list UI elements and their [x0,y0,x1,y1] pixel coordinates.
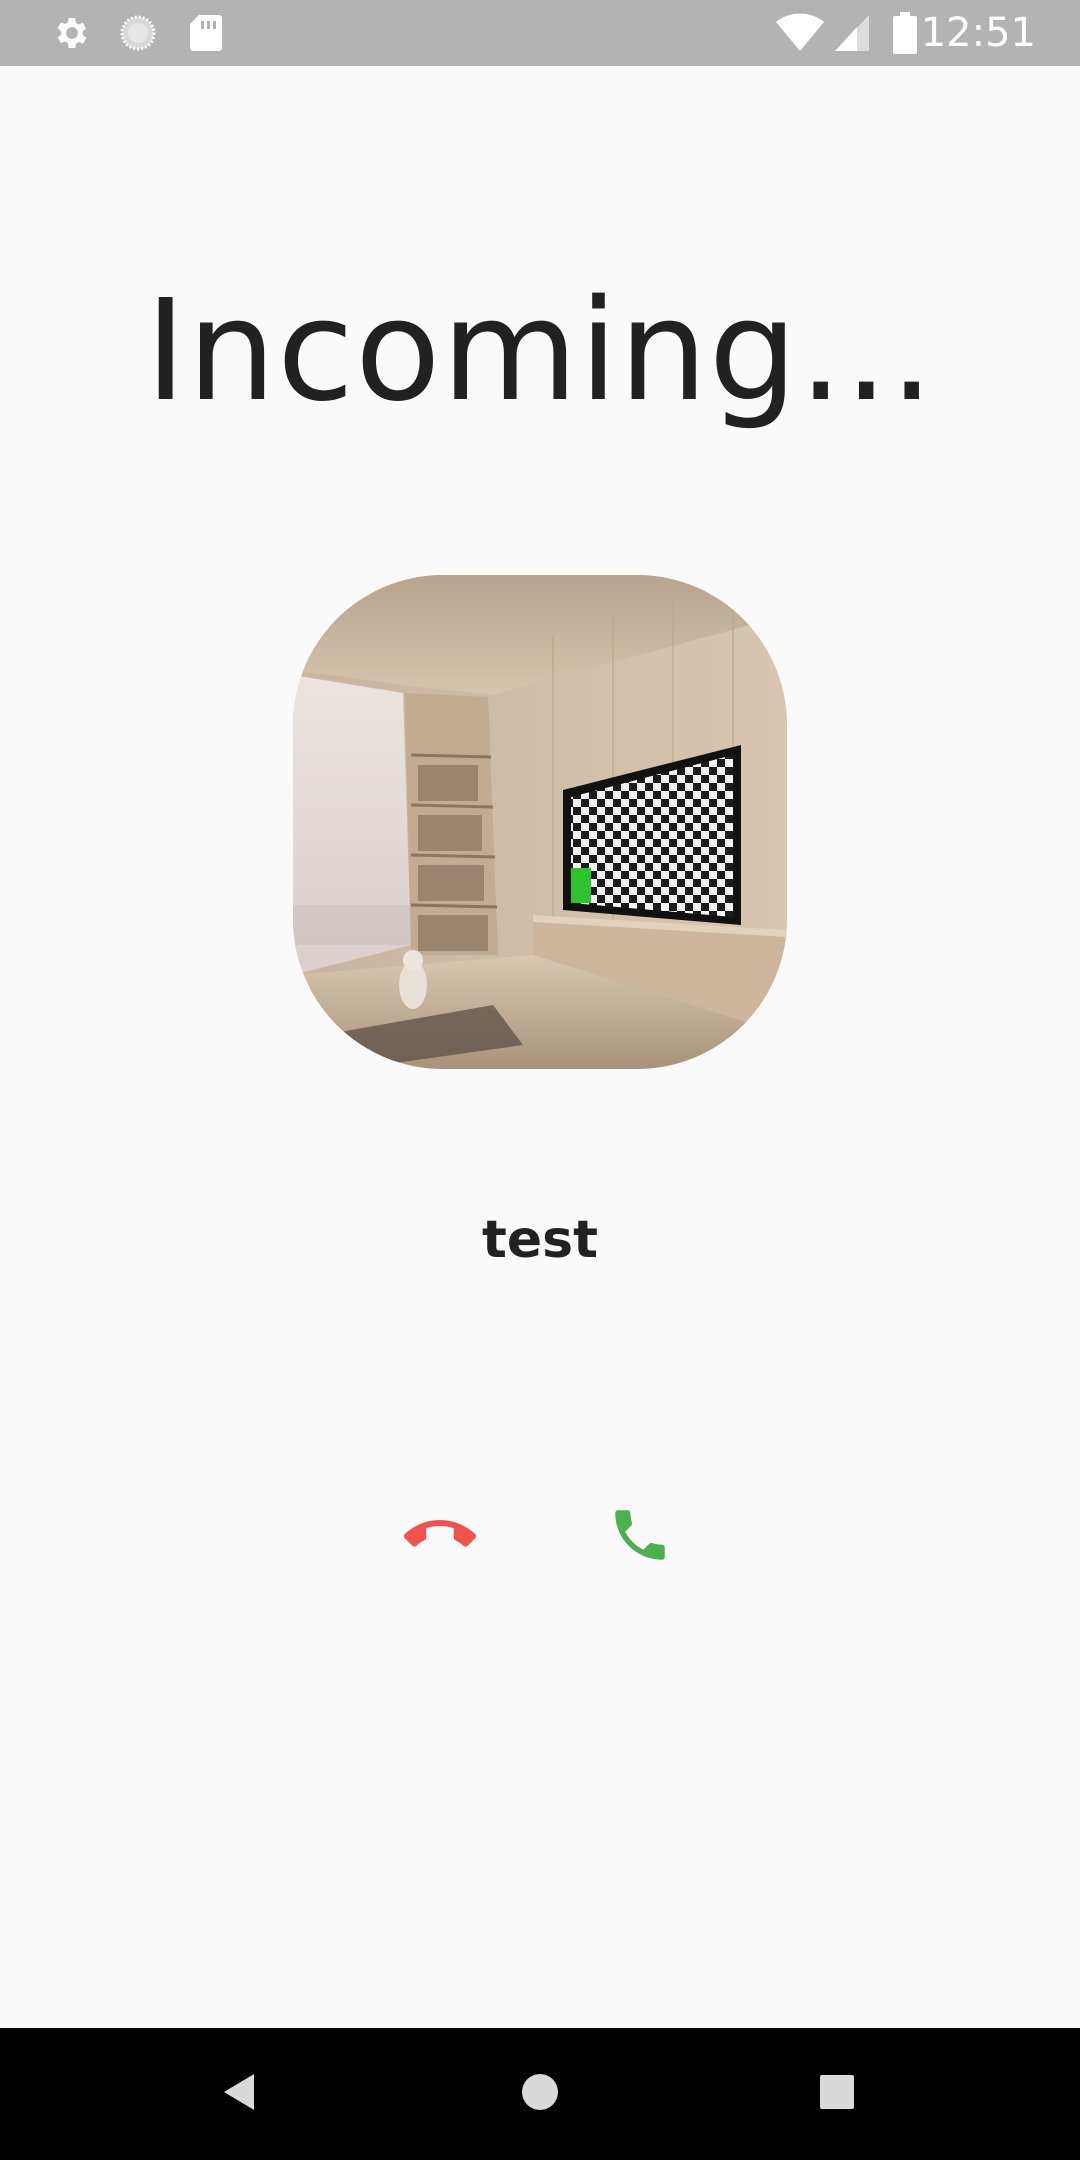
status-bar: 12:51 [0,0,1080,66]
call-status-title: Incoming... [144,270,936,433]
home-icon [520,2072,560,2117]
caller-avatar-photo [293,575,787,1069]
home-button[interactable] [480,2028,600,2160]
back-icon [220,2070,260,2119]
accept-call-button[interactable] [585,1482,695,1592]
decline-call-button[interactable] [385,1482,495,1592]
wifi-icon [774,0,826,66]
battery-icon [890,0,920,66]
status-time: 12:51 [920,10,1036,56]
recents-icon [819,2074,855,2115]
back-button[interactable] [180,2028,300,2160]
cell-signal-icon [832,0,872,66]
settings-icon [50,0,94,66]
caller-avatar [293,575,787,1069]
sd-card-icon [184,0,228,66]
navigation-bar [0,2028,1080,2160]
caller-name: test [482,1210,598,1270]
incoming-call-screen: 12:51 Incoming... test [0,0,1080,2160]
recents-button[interactable] [777,2028,897,2160]
loading-icon [116,0,160,66]
call-end-icon [403,1499,476,1576]
call-accept-icon [607,1502,673,1573]
